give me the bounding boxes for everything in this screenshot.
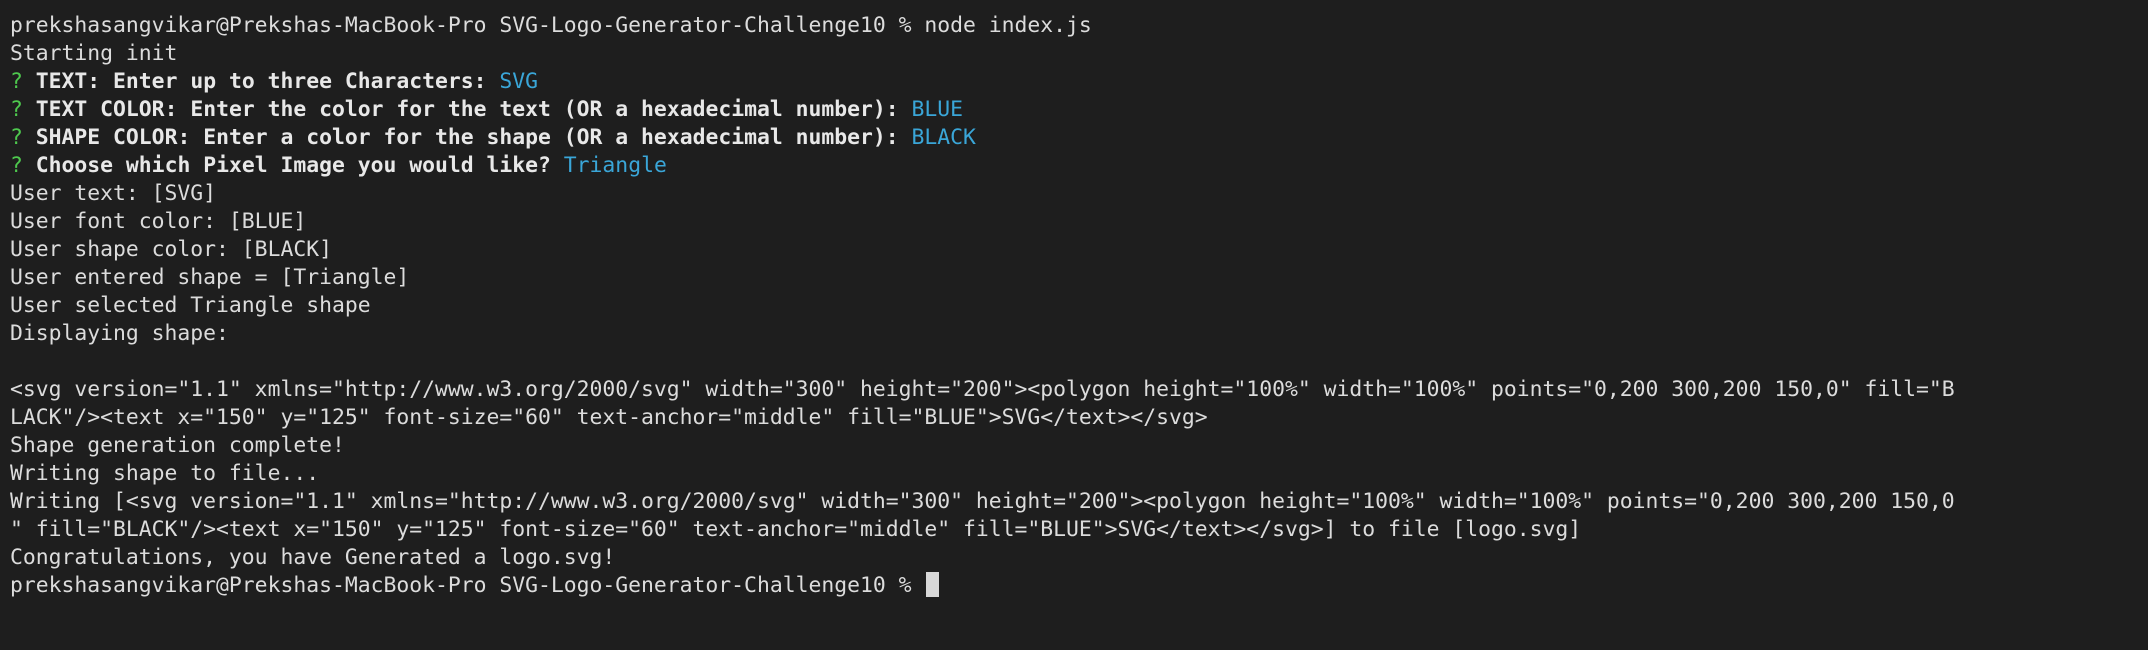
question-text: TEXT: Enter up to three Characters: (35, 69, 500, 94)
final-prompt-line[interactable]: prekshasangvikar@Prekshas-MacBook-Pro SV… (10, 572, 2148, 600)
log-line: User selected Triangle shape (10, 293, 371, 318)
status-line: Shape generation complete! (10, 433, 345, 458)
command-line: prekshasangvikar@Prekshas-MacBook-Pro SV… (10, 12, 2148, 40)
question-line-shape-color: ? SHAPE COLOR: Enter a color for the sha… (10, 124, 2148, 152)
question-mark-icon: ? (10, 153, 23, 178)
shell-prompt: prekshasangvikar@Prekshas-MacBook-Pro SV… (10, 13, 925, 38)
log-line: User entered shape = [Triangle] (10, 265, 410, 290)
svg-output-line: <svg version="1.1" xmlns="http://www.w3.… (10, 377, 1955, 402)
question-answer: Triangle (563, 153, 667, 178)
question-line-text-color: ? TEXT COLOR: Enter the color for the te… (10, 96, 2148, 124)
output-line-starting: Starting init (10, 41, 178, 66)
question-line-text: ? TEXT: Enter up to three Characters: SV… (10, 68, 2148, 96)
writing-output-line: " fill="BLACK"/><text x="150" y="125" fo… (10, 517, 1582, 542)
log-line: User font color: [BLUE] (10, 209, 307, 234)
status-line: Writing shape to file... (10, 461, 320, 486)
question-mark-icon: ? (10, 97, 23, 122)
question-answer: BLACK (911, 125, 976, 150)
cursor-block-icon (926, 572, 940, 597)
question-text: SHAPE COLOR: Enter a color for the shape… (35, 125, 912, 150)
question-answer: BLUE (911, 97, 964, 122)
writing-output-line: Writing [<svg version="1.1" xmlns="http:… (10, 489, 1955, 514)
shell-prompt: prekshasangvikar@Prekshas-MacBook-Pro SV… (10, 573, 925, 598)
question-mark-icon: ? (10, 125, 23, 150)
command-text: node index.js (924, 13, 1092, 38)
question-line-shape: ? Choose which Pixel Image you would lik… (10, 152, 2148, 180)
question-text: TEXT COLOR: Enter the color for the text… (35, 97, 912, 122)
terminal-window[interactable]: prekshasangvikar@Prekshas-MacBook-Pro SV… (0, 0, 2148, 650)
question-answer: SVG (499, 69, 539, 94)
svg-output-line: LACK"/><text x="150" y="125" font-size="… (10, 405, 1208, 430)
log-line: User shape color: [BLACK] (10, 237, 332, 262)
question-text: Choose which Pixel Image you would like? (35, 153, 564, 178)
log-line: Displaying shape: (10, 321, 229, 346)
question-mark-icon: ? (10, 69, 23, 94)
log-line: User text: [SVG] (10, 181, 217, 206)
congrats-line: Congratulations, you have Generated a lo… (10, 545, 616, 570)
